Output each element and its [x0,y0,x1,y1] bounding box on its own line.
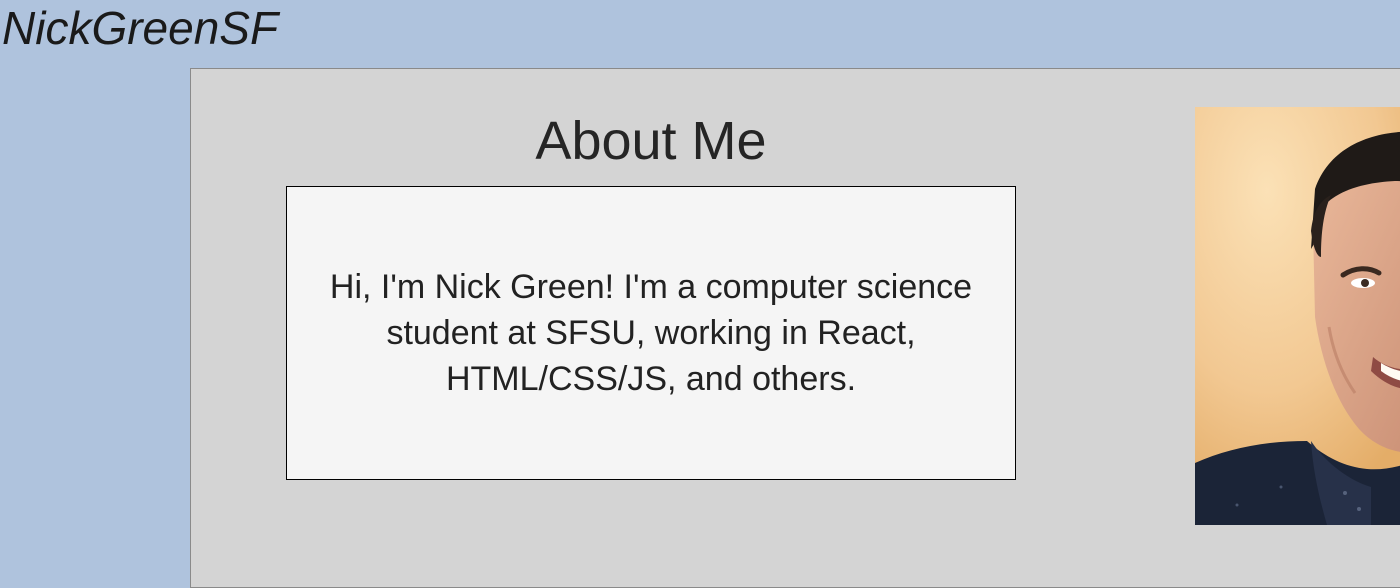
about-panel: About Me Hi, I'm Nick Green! I'm a compu… [190,68,1400,588]
about-description: Hi, I'm Nick Green! I'm a computer scien… [329,268,973,398]
about-text-box: Hi, I'm Nick Green! I'm a computer scien… [286,186,1016,480]
about-heading: About Me [535,111,767,171]
site-title: NickGreenSF [2,2,279,54]
profile-photo [1195,107,1400,525]
